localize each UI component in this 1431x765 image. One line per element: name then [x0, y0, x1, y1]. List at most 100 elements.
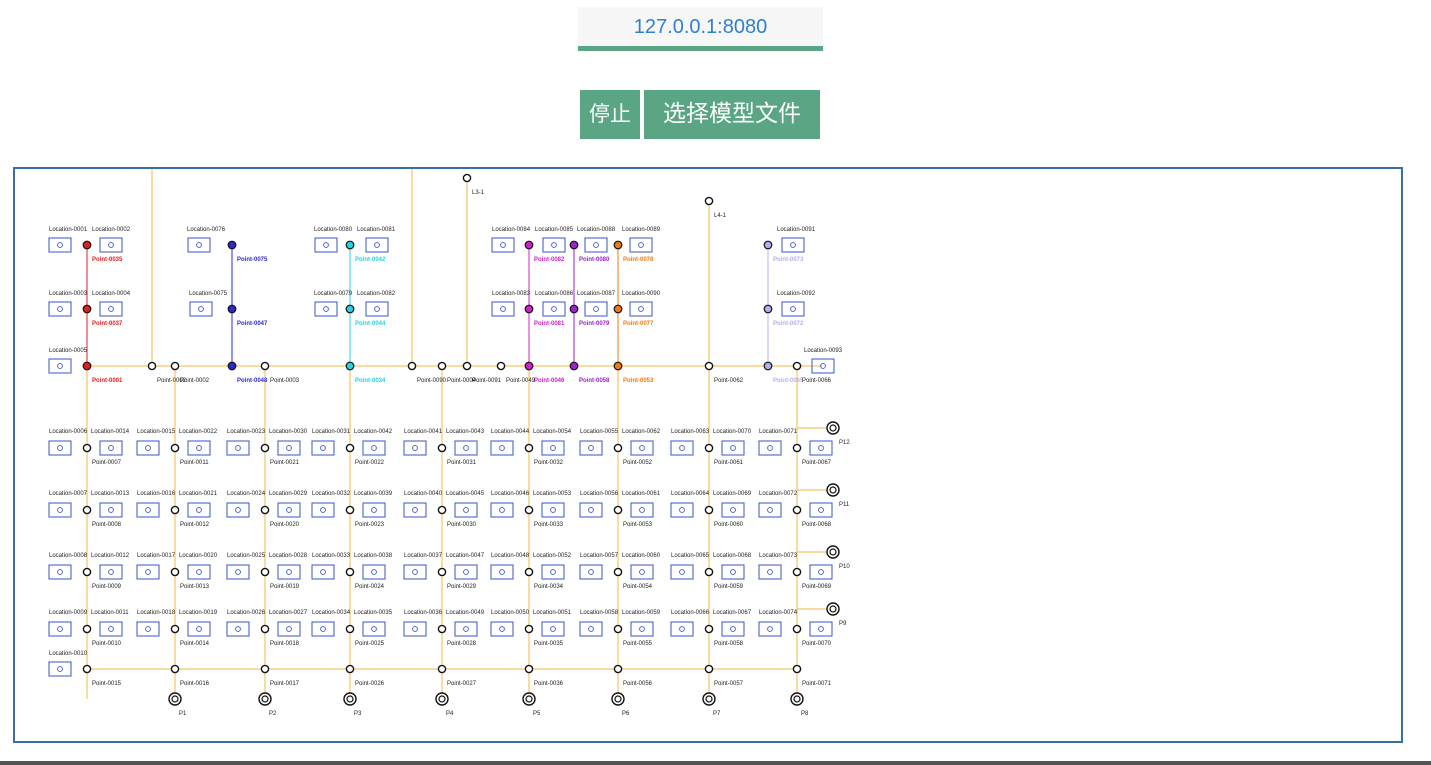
location-box — [584, 301, 608, 317]
location-label: Location-0031 — [312, 429, 351, 435]
point-label: Point-0010 — [92, 641, 122, 647]
location-box-dot — [551, 242, 557, 248]
location-box — [48, 564, 72, 580]
location-box — [136, 502, 160, 518]
location-box-dot — [320, 507, 326, 513]
location-box-dot — [323, 306, 329, 312]
location-box-dot — [412, 569, 418, 575]
location-box — [226, 502, 250, 518]
location-box-dot — [638, 306, 644, 312]
location-label: Location-0080 — [314, 227, 353, 233]
point-label: Point-0091 — [472, 378, 502, 384]
location-label: Location-0068 — [713, 553, 752, 559]
taskbar-strip — [0, 761, 1431, 765]
location-label: Location-0041 — [404, 429, 443, 435]
location-box-dot — [588, 569, 594, 575]
point-node — [82, 505, 92, 515]
location-label: Location-0017 — [137, 553, 176, 559]
location-label: Location-0070 — [713, 429, 752, 435]
location-box — [541, 621, 565, 637]
point-node — [170, 505, 180, 515]
location-label: Location-0053 — [533, 491, 572, 497]
location-box-dot — [593, 306, 599, 312]
point-label: Point-0071 — [802, 681, 832, 687]
location-box — [226, 440, 250, 456]
location-box-dot — [235, 626, 241, 632]
location-label: Location-0046 — [491, 491, 530, 497]
point-label: Point-0048 — [237, 378, 268, 384]
location-box-dot — [235, 569, 241, 575]
location-box — [314, 237, 338, 253]
location-box — [629, 237, 653, 253]
point-label: Point-0011 — [180, 460, 209, 466]
location-box-dot — [499, 626, 505, 632]
top-node-label: L3-1 — [472, 190, 485, 196]
point-node — [345, 361, 355, 371]
location-box-dot — [818, 507, 824, 513]
top-node — [704, 196, 714, 206]
location-label: Location-0014 — [91, 429, 130, 435]
location-label: Location-0027 — [269, 610, 308, 616]
point-label: Point-0058 — [579, 378, 610, 384]
point-label: Point-0067 — [802, 460, 832, 466]
model-canvas[interactable]: Location-0006 Location-0014 Point-0007 Loca… — [13, 167, 1403, 743]
location-box — [670, 502, 694, 518]
point-label: Point-0030 — [447, 522, 477, 528]
port-node-inner — [614, 695, 622, 703]
location-label: Location-0076 — [187, 227, 226, 233]
point-label: Point-0070 — [802, 641, 832, 647]
point-label: Point-0069 — [802, 584, 832, 590]
location-label: Location-0037 — [404, 553, 443, 559]
location-box — [630, 502, 654, 518]
point-node — [170, 443, 180, 453]
point-node — [524, 624, 534, 634]
location-label: Location-0055 — [580, 429, 619, 435]
point-node — [260, 361, 270, 371]
point-label: Point-0034 — [355, 378, 386, 384]
point-label: Point-0090 — [417, 378, 447, 384]
location-box — [48, 301, 72, 317]
location-box — [542, 237, 566, 253]
point-label: Point-0031 — [447, 460, 477, 466]
location-label: Location-0028 — [269, 553, 308, 559]
point-node — [82, 240, 92, 250]
point-label: Point-0060 — [714, 522, 744, 528]
location-box — [187, 237, 211, 253]
location-label: Location-0086 — [535, 291, 574, 297]
location-box-dot — [767, 626, 773, 632]
location-box — [403, 621, 427, 637]
stop-button[interactable]: 停止 — [580, 90, 640, 139]
location-box — [99, 621, 123, 637]
point-node — [227, 240, 237, 250]
location-box-dot — [588, 626, 594, 632]
point-node — [345, 443, 355, 453]
location-label: Location-0039 — [354, 491, 393, 497]
point-node — [260, 567, 270, 577]
point-node — [82, 624, 92, 634]
location-label: Location-0054 — [533, 429, 572, 435]
location-box-dot — [320, 445, 326, 451]
point-node — [170, 664, 180, 674]
point-label: Point-0059 — [714, 584, 744, 590]
location-box — [670, 621, 694, 637]
point-label: Point-0082 — [534, 257, 565, 263]
port-label: P10 — [839, 564, 850, 570]
location-label: Location-0002 — [92, 227, 131, 233]
location-box — [781, 237, 805, 253]
plant-model-diagram[interactable]: Location-0006 Location-0014 Point-0007 Loca… — [15, 169, 1403, 743]
location-box — [630, 564, 654, 580]
choose-model-file-button[interactable]: 选择模型文件 — [644, 90, 820, 139]
location-box-dot — [57, 445, 63, 451]
location-label: Location-0005 — [49, 348, 88, 354]
location-label: Location-0040 — [404, 491, 443, 497]
location-box-dot — [198, 306, 204, 312]
port-label: P2 — [269, 711, 277, 717]
point-node — [345, 664, 355, 674]
point-node — [147, 361, 157, 371]
point-node — [763, 240, 773, 250]
location-box-dot — [463, 626, 469, 632]
point-node — [704, 664, 714, 674]
location-label: Location-0001 — [49, 227, 88, 233]
location-box-dot — [235, 445, 241, 451]
point-node — [704, 624, 714, 634]
